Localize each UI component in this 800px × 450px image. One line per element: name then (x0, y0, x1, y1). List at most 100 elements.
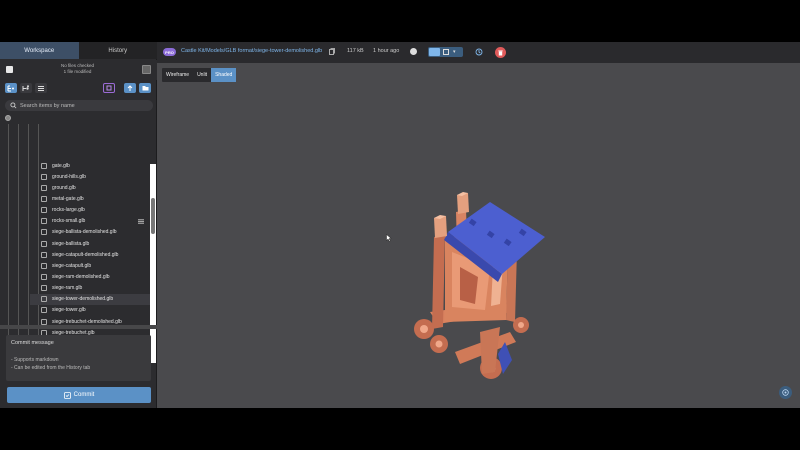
view-toolbar (0, 80, 157, 98)
chevron-down-icon[interactable]: ▾ (453, 49, 456, 55)
pro-badge: PRO (163, 48, 176, 56)
file-checkbox[interactable] (41, 207, 47, 214)
commit-hint-markdown: - Supports markdown (11, 357, 59, 363)
help-icon (782, 389, 789, 396)
file-name: siege-ballista.glb (52, 240, 90, 247)
file-checkbox[interactable] (41, 162, 47, 169)
file-list-item[interactable]: rocks-small.glb (30, 216, 151, 227)
file-name: siege-ram.glb (52, 285, 83, 292)
file-list-item[interactable]: siege-ram.glb (30, 283, 151, 294)
tree-view-icon[interactable] (5, 83, 17, 93)
hierarchy-view-icon[interactable] (20, 83, 32, 93)
scrollbar[interactable] (150, 164, 156, 363)
render-mode-wireframe[interactable]: Wireframe (162, 68, 193, 82)
render-mode-unlit[interactable]: Unlit (193, 68, 211, 82)
file-list-item[interactable]: rocks-large.glb (30, 205, 151, 216)
model-post (432, 235, 445, 329)
select-all-checkbox[interactable] (6, 66, 13, 73)
file-name: siege-catapult-demolished.glb (52, 251, 119, 258)
file-name: gate.glb (52, 162, 70, 169)
delete-button[interactable] (495, 47, 506, 58)
file-checkbox[interactable] (41, 229, 47, 236)
file-list: gate.glb ground-hills.glb ground.glb metal-… (30, 160, 151, 361)
siege-tower-demolished-model (414, 192, 545, 379)
tab-history[interactable]: History (79, 42, 158, 59)
model-post-cap (434, 216, 447, 238)
drag-handle-icon[interactable] (138, 219, 144, 224)
file-size: 117 kB (347, 48, 364, 54)
trash-icon (498, 50, 503, 55)
file-name: siege-tower-demolished.glb (52, 296, 114, 303)
panel-divider[interactable] (0, 325, 157, 329)
file-checkbox[interactable] (41, 184, 47, 191)
file-list-item[interactable]: siege-catapult-demolished.glb (30, 249, 151, 260)
file-checkbox[interactable] (41, 218, 47, 225)
file-list-item[interactable]: siege-ram-demolished.glb (30, 271, 151, 282)
file-name: rocks-large.glb (52, 207, 85, 214)
help-button[interactable] (779, 386, 792, 399)
plugin-icon[interactable] (103, 83, 115, 93)
file-checkbox[interactable] (41, 251, 47, 258)
commit-message-area[interactable]: Commit message - Supports markdown - Can… (6, 335, 151, 381)
file-name: siege-catapult.glb (52, 262, 92, 269)
tab-workspace[interactable]: Workspace (0, 42, 79, 59)
view-toggle[interactable]: ▾ (428, 47, 463, 57)
status-row: No files checked 1 file modified (0, 60, 157, 80)
commit-button[interactable]: Commit (7, 387, 151, 403)
modified-time: 1 hour ago (373, 48, 400, 54)
image-icon[interactable] (142, 65, 151, 74)
file-checkbox[interactable] (41, 195, 47, 202)
file-name: siege-trebuchet-demolished.glb (52, 318, 122, 325)
commit-message-label: Commit message (11, 340, 54, 346)
single-view-icon[interactable] (429, 48, 440, 56)
file-checkbox[interactable] (41, 273, 47, 280)
file-name: siege-tower.glb (52, 307, 86, 314)
file-path-breadcrumb[interactable]: Castle Kit/Models/GLB format/siege-tower… (181, 48, 322, 54)
file-list-item[interactable]: ground.glb (30, 182, 151, 193)
search-icon (10, 102, 17, 109)
file-name: ground-hills.glb (52, 173, 86, 180)
file-checkbox[interactable] (41, 296, 47, 303)
file-name: siege-ballista-demolished.glb (52, 229, 117, 236)
list-view-icon[interactable] (35, 83, 47, 93)
file-checkbox[interactable] (41, 318, 47, 325)
file-name: ground.glb (52, 184, 76, 191)
user-avatar-icon[interactable] (410, 48, 417, 55)
file-list-item[interactable]: ground-hills.glb (30, 171, 151, 182)
top-bar: PRO Castle Kit/Models/GLB format/siege-t… (157, 42, 800, 63)
model-wheel-hub (518, 322, 524, 328)
search-input[interactable] (20, 101, 140, 110)
file-list-item[interactable]: siege-tower-demolished.glb (30, 293, 151, 305)
commit-icon (63, 391, 71, 399)
file-list-item[interactable]: siege-catapult.glb (30, 260, 151, 271)
model-wheel-hub (420, 325, 428, 333)
folder-icon[interactable] (139, 83, 151, 93)
model-wheel-hub (435, 340, 443, 348)
file-checkbox[interactable] (41, 173, 47, 180)
scrollbar-thumb[interactable] (151, 198, 155, 234)
history-icon[interactable] (475, 48, 483, 56)
file-list-item[interactable]: metal-gate.glb (30, 193, 151, 204)
render-mode-switch: Wireframe Unlit Shaded (162, 68, 237, 82)
sidebar: Workspace History No files checked 1 fil… (0, 42, 157, 408)
model-post-cap (457, 193, 469, 214)
3d-viewport[interactable] (158, 63, 800, 408)
commit-hint-history: - Can be edited from the History tab (11, 365, 91, 371)
file-checkbox[interactable] (41, 262, 47, 269)
mouse-cursor-icon (386, 234, 392, 242)
file-list-item[interactable]: gate.glb (30, 160, 151, 171)
copy-icon[interactable] (329, 48, 335, 55)
split-view-icon[interactable] (443, 49, 449, 55)
file-list-item[interactable]: siege-ballista.glb (30, 238, 151, 249)
upload-icon[interactable] (124, 83, 136, 93)
file-list-item[interactable]: siege-ballista-demolished.glb (30, 227, 151, 238)
render-mode-shaded[interactable]: Shaded (211, 68, 237, 82)
modified-status: 1 file modified (63, 69, 92, 74)
file-checkbox[interactable] (41, 240, 47, 247)
file-list-item[interactable]: siege-tower.glb (30, 305, 151, 316)
root-folder-icon[interactable] (5, 115, 11, 121)
file-checkbox[interactable] (41, 285, 47, 292)
file-name: rocks-small.glb (52, 218, 86, 225)
file-name: metal-gate.glb (52, 195, 84, 202)
file-checkbox[interactable] (41, 307, 47, 314)
